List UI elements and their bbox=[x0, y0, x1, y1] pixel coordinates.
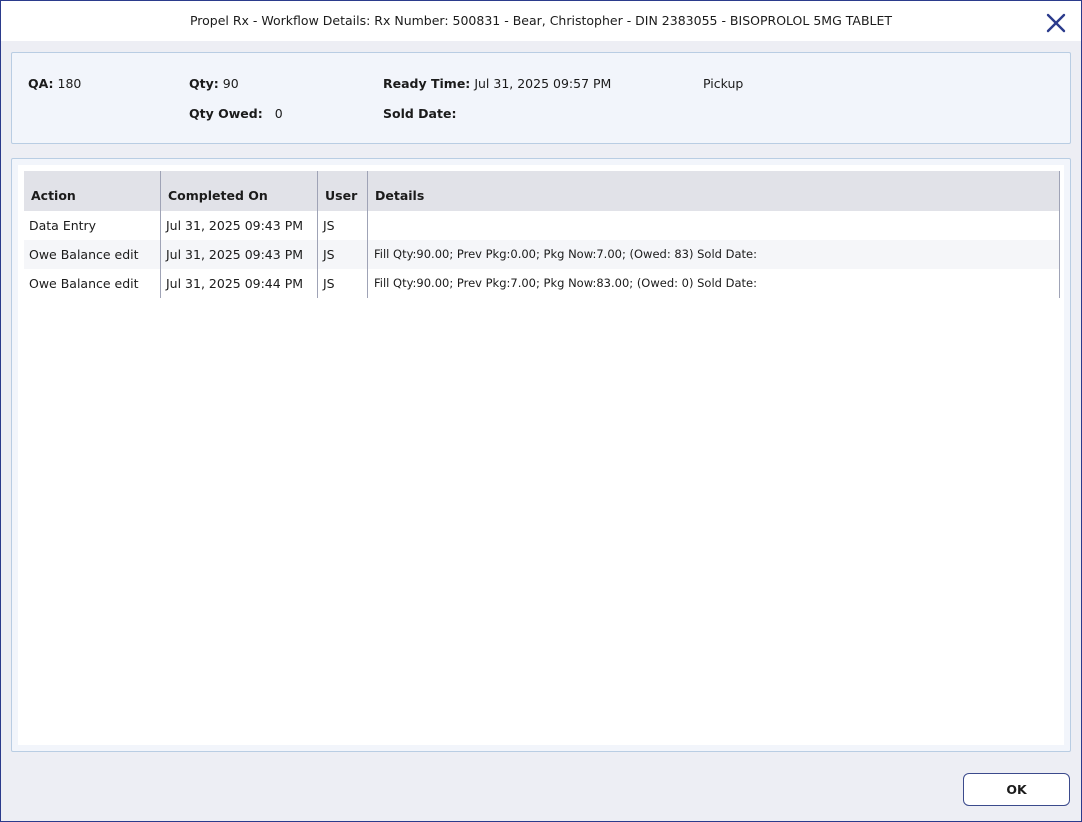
cell-user: JS bbox=[323, 218, 335, 233]
close-button[interactable] bbox=[1041, 9, 1069, 37]
qty-owed-field: Qty Owed: 0 bbox=[189, 106, 283, 121]
qty-owed-label: Qty Owed: bbox=[189, 106, 263, 121]
rx-info-panel: QA: 180 Qty: 90 Qty Owed: 0 Ready Time: Jul … bbox=[11, 52, 1071, 144]
qa-field: QA: 180 bbox=[28, 76, 81, 91]
column-header-user[interactable]: User bbox=[318, 171, 367, 211]
table-row[interactable]: Owe Balance edit Jul 31, 2025 09:43 PM J… bbox=[24, 240, 1060, 269]
column-header-action[interactable]: Action bbox=[24, 171, 160, 211]
column-header-completed-on[interactable]: Completed On bbox=[161, 171, 317, 211]
qty-value: 90 bbox=[222, 76, 239, 91]
cell-details: Fill Qty:90.00; Prev Pkg:7.00; Pkg Now:8… bbox=[374, 276, 757, 290]
workflow-details-dialog: Propel Rx - Workflow Details: Rx Number:… bbox=[0, 0, 1082, 822]
delivery-type: Pickup bbox=[703, 76, 744, 91]
qty-label: Qty: bbox=[189, 76, 219, 91]
title-bar: Propel Rx - Workflow Details: Rx Number:… bbox=[1, 1, 1081, 41]
ready-time-field: Ready Time: Jul 31, 2025 09:57 PM bbox=[383, 76, 611, 91]
ready-time-label: Ready Time: bbox=[383, 76, 471, 91]
column-divider[interactable] bbox=[317, 171, 318, 298]
window-title: Propel Rx - Workflow Details: Rx Number:… bbox=[189, 13, 893, 28]
qty-field: Qty: 90 bbox=[189, 76, 239, 91]
table-row[interactable]: Owe Balance edit Jul 31, 2025 09:44 PM J… bbox=[24, 269, 1060, 298]
ok-button[interactable]: OK bbox=[963, 773, 1070, 806]
workflow-table-container: Action Completed On User Details Data En… bbox=[18, 165, 1064, 745]
close-icon bbox=[1046, 13, 1066, 33]
cell-user: JS bbox=[323, 276, 335, 291]
qa-value: 180 bbox=[57, 76, 82, 91]
column-divider[interactable] bbox=[160, 171, 161, 298]
ready-time-value: Jul 31, 2025 09:57 PM bbox=[474, 76, 612, 91]
sold-date-field: Sold Date: bbox=[383, 106, 460, 121]
cell-action: Owe Balance edit bbox=[29, 247, 139, 262]
cell-completed-on: Jul 31, 2025 09:44 PM bbox=[166, 276, 304, 291]
qty-owed-value: 0 bbox=[274, 106, 283, 121]
table-header: Action Completed On User Details bbox=[24, 171, 1060, 211]
workflow-table: Action Completed On User Details Data En… bbox=[24, 171, 1060, 298]
cell-action: Owe Balance edit bbox=[29, 276, 139, 291]
sold-date-label: Sold Date: bbox=[383, 106, 457, 121]
column-header-details[interactable]: Details bbox=[368, 171, 1060, 211]
table-row[interactable]: Data Entry Jul 31, 2025 09:43 PM JS bbox=[24, 211, 1060, 240]
cell-user: JS bbox=[323, 247, 335, 262]
cell-details bbox=[368, 211, 1060, 240]
workflow-table-panel: Action Completed On User Details Data En… bbox=[11, 158, 1071, 752]
cell-details: Fill Qty:90.00; Prev Pkg:0.00; Pkg Now:7… bbox=[374, 247, 757, 261]
qa-label: QA: bbox=[28, 76, 54, 91]
cell-completed-on: Jul 31, 2025 09:43 PM bbox=[166, 218, 304, 233]
column-divider[interactable] bbox=[1059, 171, 1060, 298]
cell-completed-on: Jul 31, 2025 09:43 PM bbox=[166, 247, 304, 262]
column-divider[interactable] bbox=[367, 171, 368, 298]
cell-action: Data Entry bbox=[29, 218, 97, 233]
